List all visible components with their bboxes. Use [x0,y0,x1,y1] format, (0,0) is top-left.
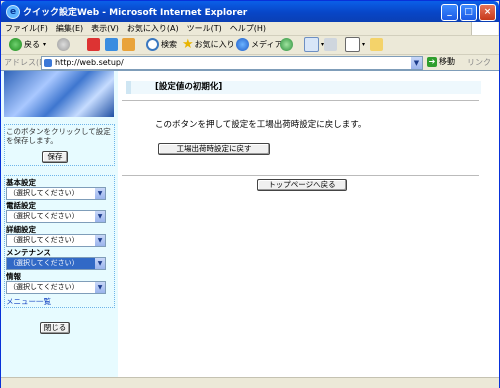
note-icon [370,38,383,51]
page-favicon-icon [44,59,52,67]
advanced-settings-group: 詳細設定 （選択してください） ▼ [6,226,106,247]
advanced-settings-select[interactable]: （選択してください） ▼ [6,234,106,247]
search-label: 検索 [161,40,177,49]
stop-button[interactable] [87,37,102,52]
address-dropdown-icon[interactable]: ▼ [411,57,422,69]
back-label: 戻る [24,40,40,49]
links-button[interactable]: リンク [467,57,491,68]
forward-arrow-icon [57,38,70,51]
menu-help[interactable]: ヘルプ(H) [226,22,270,35]
toolbar: 戻る ▾ 検索 ★ お気に入り メディア ▾ ▾ [1,36,499,53]
go-label: 移動 [439,57,455,66]
edit-dropdown-icon[interactable]: ▾ [362,41,365,48]
address-bar: アドレス(D) http://web.setup/ ▼ ➔ 移動 リンク [1,54,499,70]
chevron-down-icon: ▼ [95,282,105,293]
basic-settings-label: 基本設定 [6,178,36,187]
status-bar [1,377,499,388]
close-window-button[interactable]: × [479,4,496,21]
maintenance-select[interactable]: （選択してください） ▼ [6,257,106,270]
maintenance-value: （選択してください） [9,259,79,267]
mail-icon [304,37,319,52]
refresh-icon [105,38,118,51]
main-area: [設定値の初期化] このボタンを押して設定を工場出荷時設定に戻します。 工場出荷… [122,71,499,377]
menu-tools[interactable]: ツール(T) [183,22,226,35]
divider [122,175,479,176]
menu-favorites[interactable]: お気に入り(A) [123,22,183,35]
menu-file[interactable]: ファイル(F) [1,22,52,35]
info-group: 情報 （選択してください） ▼ [6,273,106,294]
sidebar: このボタンをクリックして設定を保存します。 保存 基本設定 （選択してください）… [1,71,118,377]
basic-settings-group: 基本設定 （選択してください） ▼ [6,179,106,200]
history-button[interactable] [280,37,295,52]
forward-button[interactable] [57,37,72,52]
maintenance-label: メンテナンス [6,248,51,257]
reset-message: このボタンを押して設定を工場出荷時設定に戻します。 [155,120,367,130]
back-button[interactable]: 戻る ▾ [9,37,46,52]
media-icon [236,38,249,51]
windows-logo-icon [471,22,498,35]
page-content: このボタンをクリックして設定を保存します。 保存 基本設定 （選択してください）… [1,70,499,377]
browser-window: e クイック設定Web - Microsoft Internet Explore… [0,0,500,388]
info-select[interactable]: （選択してください） ▼ [6,281,106,294]
info-value: （選択してください） [9,283,79,291]
save-note: このボタンをクリックして設定を保存します。 [6,127,111,145]
home-button[interactable] [122,37,137,52]
edit-button[interactable]: ▾ [345,37,365,52]
star-icon: ★ [182,37,194,52]
factory-reset-button[interactable]: 工場出荷時設定に戻す [158,143,270,155]
print-icon [324,38,337,51]
minimize-button[interactable]: _ [441,4,458,21]
back-dropdown-icon[interactable]: ▾ [43,41,46,48]
phone-settings-group: 電話設定 （選択してください） ▼ [6,202,106,223]
menu-view[interactable]: 表示(V) [87,22,123,35]
maintenance-group: メンテナンス （選択してください） ▼ [6,249,106,270]
phone-settings-value: （選択してください） [9,212,79,220]
menu-edit[interactable]: 編集(E) [52,22,87,35]
print-button[interactable] [324,37,339,52]
phone-settings-select[interactable]: （選択してください） ▼ [6,210,106,223]
window-title: クイック設定Web - Microsoft Internet Explorer [23,8,248,18]
chevron-down-icon: ▼ [95,211,105,222]
ie-logo-icon: e [6,5,20,19]
search-button[interactable]: 検索 [146,37,177,52]
go-arrow-icon: ➔ [427,56,437,67]
basic-settings-value: （選択してください） [9,189,79,197]
menu-bar: ファイル(F) 編集(E) 表示(V) お気に入り(A) ツール(T) ヘルプ(H) [1,22,499,36]
search-icon [146,38,159,51]
divider [122,100,479,101]
chevron-down-icon: ▼ [95,258,105,269]
address-url: http://web.setup/ [55,58,124,67]
address-input[interactable]: http://web.setup/ ▼ [41,56,423,70]
save-panel: このボタンをクリックして設定を保存します。 保存 [4,124,115,166]
title-bar: e クイック設定Web - Microsoft Internet Explore… [1,1,499,22]
mail-button[interactable]: ▾ [304,37,324,52]
back-arrow-icon [9,38,22,51]
favorites-label: お気に入り [194,40,235,49]
media-button[interactable]: メディア [236,37,282,52]
basic-settings-select[interactable]: （選択してください） ▼ [6,187,106,200]
maximize-button[interactable]: □ [460,4,477,21]
stop-icon [87,38,100,51]
advanced-settings-label: 詳細設定 [6,225,36,234]
history-icon [280,38,293,51]
menu-list-link[interactable]: メニュー一覧 [6,296,51,307]
sidebar-banner-image [4,71,114,117]
close-page-button[interactable]: 閉じる [40,322,70,334]
refresh-button[interactable] [105,37,120,52]
section-title: [設定値の初期化] [126,81,481,94]
chevron-down-icon: ▼ [95,235,105,246]
advanced-settings-value: （選択してください） [9,236,79,244]
edit-icon [345,37,360,52]
messenger-button[interactable] [370,37,385,52]
favorites-button[interactable]: ★ お気に入り [182,37,235,52]
go-button[interactable]: ➔ 移動 [427,56,455,67]
media-label: メディア [251,40,283,49]
info-label: 情報 [6,272,21,281]
save-button[interactable]: 保存 [42,151,68,163]
home-icon [122,38,135,51]
phone-settings-label: 電話設定 [6,201,36,210]
back-to-top-button[interactable]: トップページへ戻る [257,179,347,191]
chevron-down-icon: ▼ [95,188,105,199]
